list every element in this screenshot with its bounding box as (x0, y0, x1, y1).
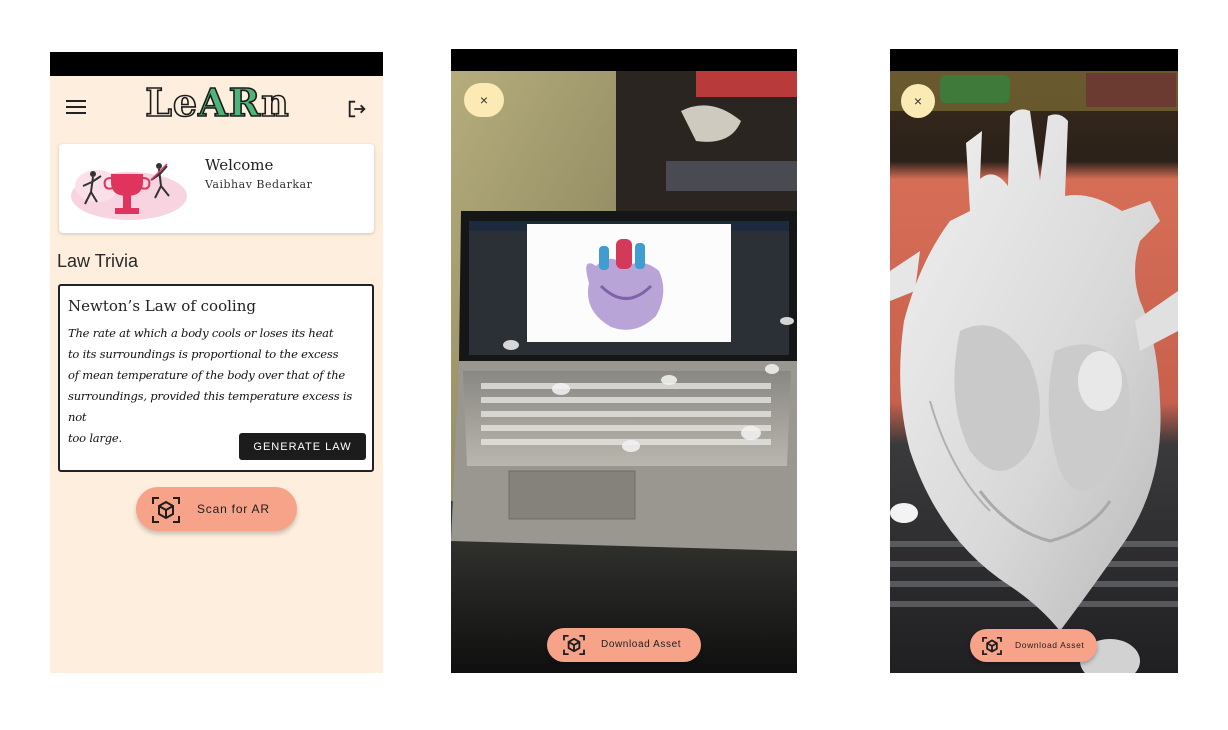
scan-button-label: Scan for AR (197, 502, 270, 516)
app-bar: LeARn (50, 76, 383, 138)
law-description: The rate at which a body cools or loses … (68, 323, 368, 449)
law-line: to its surroundings is proportional to t… (68, 347, 339, 361)
close-button[interactable]: × (464, 83, 504, 117)
ar-cube-icon (982, 637, 1002, 655)
law-title: Newton’s Law of cooling (68, 297, 256, 315)
home-screen: LeARn Welcome Vaibhav Bedarkar Law Trivi… (50, 52, 383, 673)
menu-icon[interactable] (66, 100, 86, 114)
generate-law-button[interactable]: GENERATE LAW (239, 433, 366, 460)
download-asset-button[interactable]: Download Asset (547, 628, 701, 662)
law-card: Newton’s Law of cooling The rate at whic… (58, 284, 374, 472)
camera-feed (451, 71, 797, 673)
welcome-title: Welcome (205, 156, 274, 174)
app-logo: LeARn (144, 79, 290, 126)
user-name: Vaibhav Bedarkar (205, 178, 313, 191)
ar-cube-icon (563, 635, 585, 655)
logout-icon[interactable] (346, 98, 368, 120)
download-label: Download Asset (1015, 640, 1085, 650)
welcome-card: Welcome Vaibhav Bedarkar (59, 144, 374, 233)
ar-heart-screen: × Download Asset (890, 49, 1178, 673)
law-line: surroundings, provided this temperature … (68, 389, 353, 424)
status-bar (890, 49, 1178, 71)
download-label: Download Asset (601, 639, 682, 650)
close-button[interactable]: × (901, 84, 935, 118)
ar-heart-view (890, 71, 1178, 673)
download-asset-button[interactable]: Download Asset (970, 629, 1097, 662)
scan-for-ar-button[interactable]: Scan for AR (136, 487, 297, 531)
status-bar (50, 52, 383, 76)
section-title: Law Trivia (57, 251, 139, 271)
ar-camera-screen: × Download Asset (451, 49, 797, 673)
trophy-illustration (71, 163, 187, 220)
law-line: The rate at which a body cools or loses … (68, 326, 334, 340)
law-line: of mean temperature of the body over tha… (68, 368, 346, 382)
status-bar (451, 49, 797, 71)
ar-cube-icon (152, 497, 180, 523)
